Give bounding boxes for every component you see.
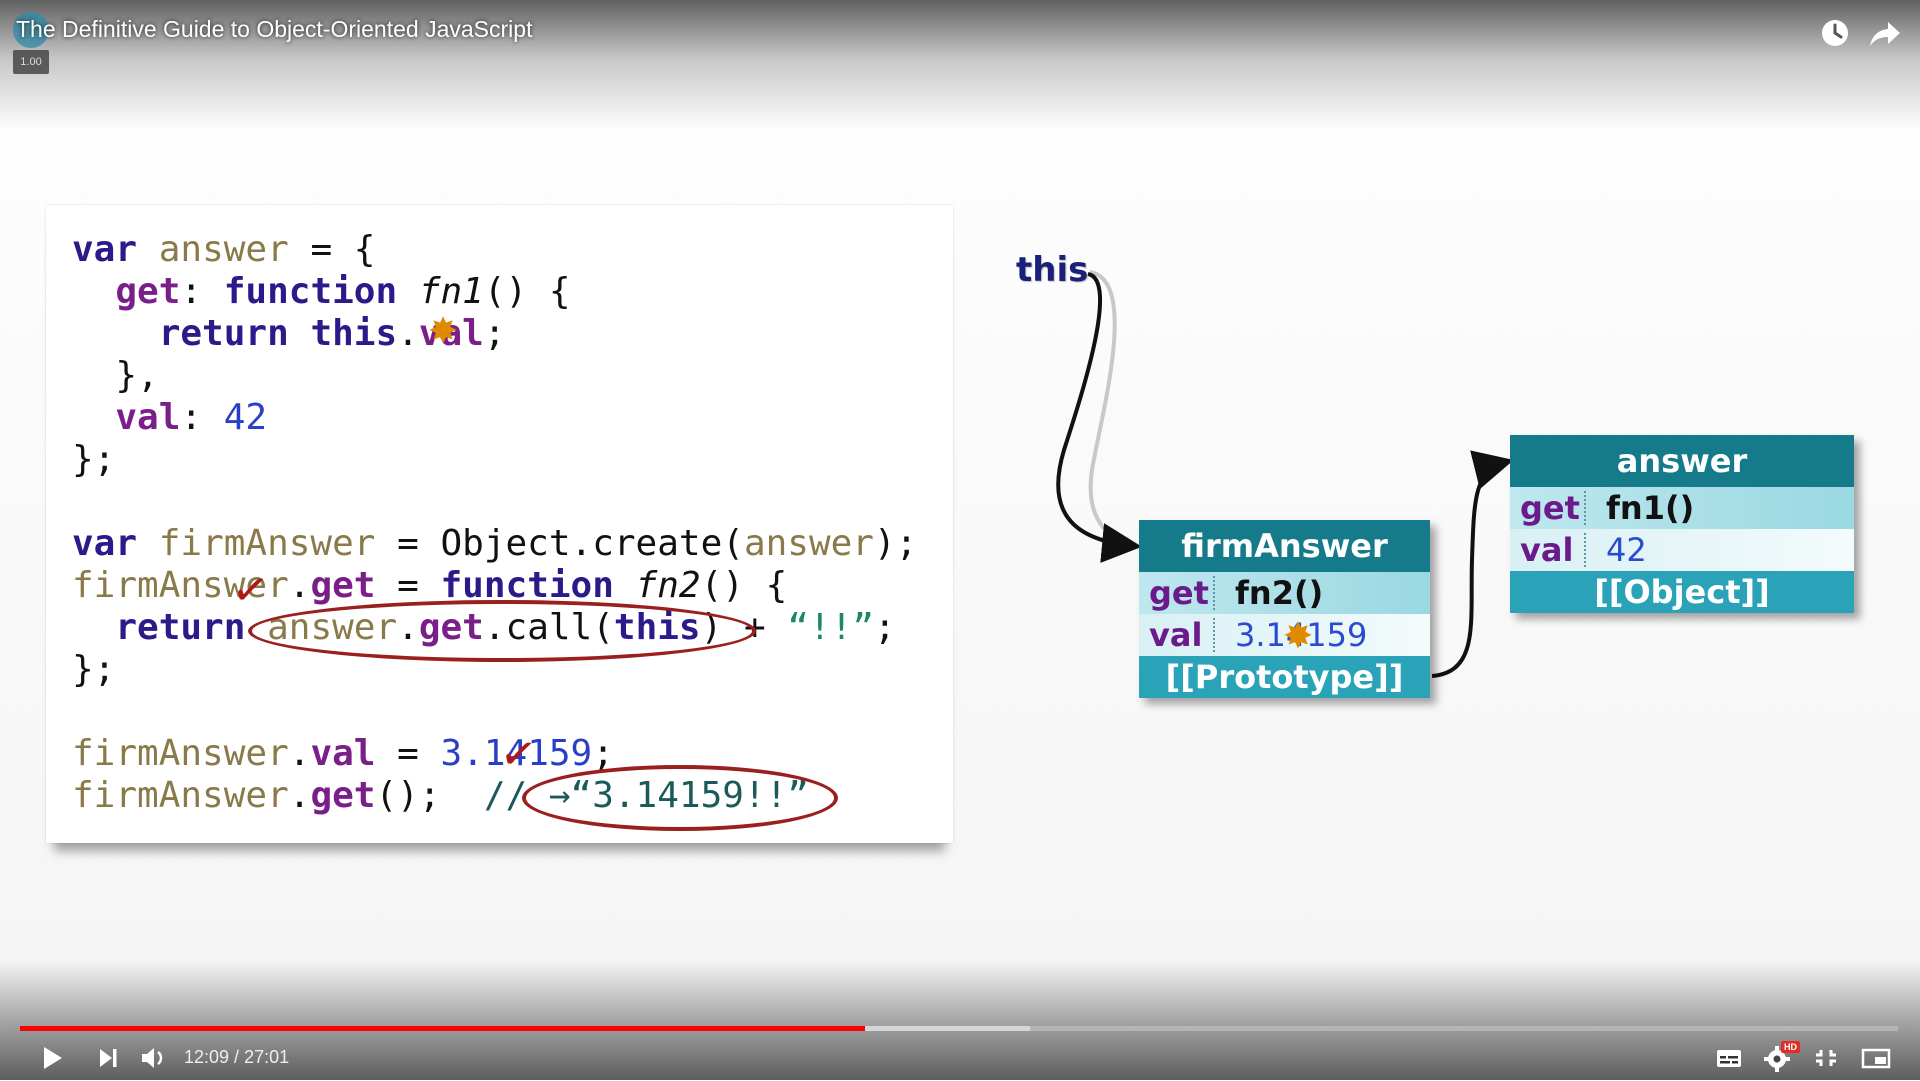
subtitles-button[interactable] <box>1705 1039 1753 1077</box>
clock-icon <box>1822 20 1848 46</box>
this-arrow <box>1056 272 1142 563</box>
firm-answer-object: firmAnswer get fn2() val 3.14159 [[Proto… <box>1139 520 1430 698</box>
share-arrow-icon <box>1870 22 1900 46</box>
video-player[interactable]: var answer = { get: function fn1() { ret… <box>0 0 1920 1080</box>
row-key: val <box>1520 531 1574 569</box>
progress-bar[interactable] <box>20 1026 1898 1031</box>
hd-badge: HD <box>1781 1041 1800 1053</box>
row-value: fn2() <box>1235 574 1324 612</box>
firm-answer-get-row: get fn2() <box>1139 572 1430 614</box>
row-divider <box>1584 491 1586 525</box>
row-key: get <box>1149 574 1209 612</box>
row-divider <box>1213 618 1215 652</box>
row-key: val <box>1149 616 1203 654</box>
exit-fullscreen-button[interactable] <box>1802 1039 1850 1077</box>
firm-answer-prototype-row: [[Prototype]] <box>1139 656 1430 698</box>
row-key: get <box>1520 489 1580 527</box>
next-button[interactable] <box>84 1039 132 1077</box>
answer-get-row: get fn1() <box>1510 487 1854 529</box>
volume-icon <box>142 1048 163 1068</box>
exit-fullscreen-icon <box>1816 1050 1836 1066</box>
row-value: 42 <box>1606 531 1647 569</box>
settings-button[interactable]: HD <box>1755 1039 1803 1077</box>
row-divider <box>1584 533 1586 567</box>
prototype-arrow <box>1431 450 1514 678</box>
play-icon <box>44 1047 62 1069</box>
answer-title: answer <box>1510 435 1854 487</box>
time-display: 12:09 / 27:01 <box>184 1044 289 1070</box>
answer-prototype-row: [[Object]] <box>1510 571 1854 613</box>
played-bar <box>20 1026 865 1031</box>
share-button[interactable] <box>1866 14 1904 52</box>
play-button[interactable] <box>28 1039 76 1077</box>
miniplayer-icon <box>1861 1048 1891 1069</box>
subtitles-icon <box>1717 1050 1741 1067</box>
firm-answer-title: firmAnswer <box>1139 520 1430 572</box>
time-separator: / <box>229 1047 245 1067</box>
miniplayer-button[interactable] <box>1852 1039 1900 1077</box>
row-value: fn1() <box>1606 489 1695 527</box>
next-icon <box>100 1049 117 1067</box>
answer-object: answer get fn1() val 42 [[Object]] <box>1510 435 1854 613</box>
total-time: 27:01 <box>244 1047 290 1067</box>
this-arrow-shadow <box>1088 270 1131 547</box>
row-divider <box>1213 576 1215 610</box>
answer-val-row: val 42 <box>1510 529 1854 571</box>
mute-button[interactable] <box>128 1039 176 1077</box>
current-time: 12:09 <box>184 1047 230 1067</box>
video-title[interactable]: The Definitive Guide to Object-Oriented … <box>16 16 532 43</box>
watch-later-button[interactable] <box>1816 14 1854 52</box>
explosion-icon: ✸ <box>1283 616 1314 657</box>
speed-badge: 1.00 <box>13 50 49 74</box>
